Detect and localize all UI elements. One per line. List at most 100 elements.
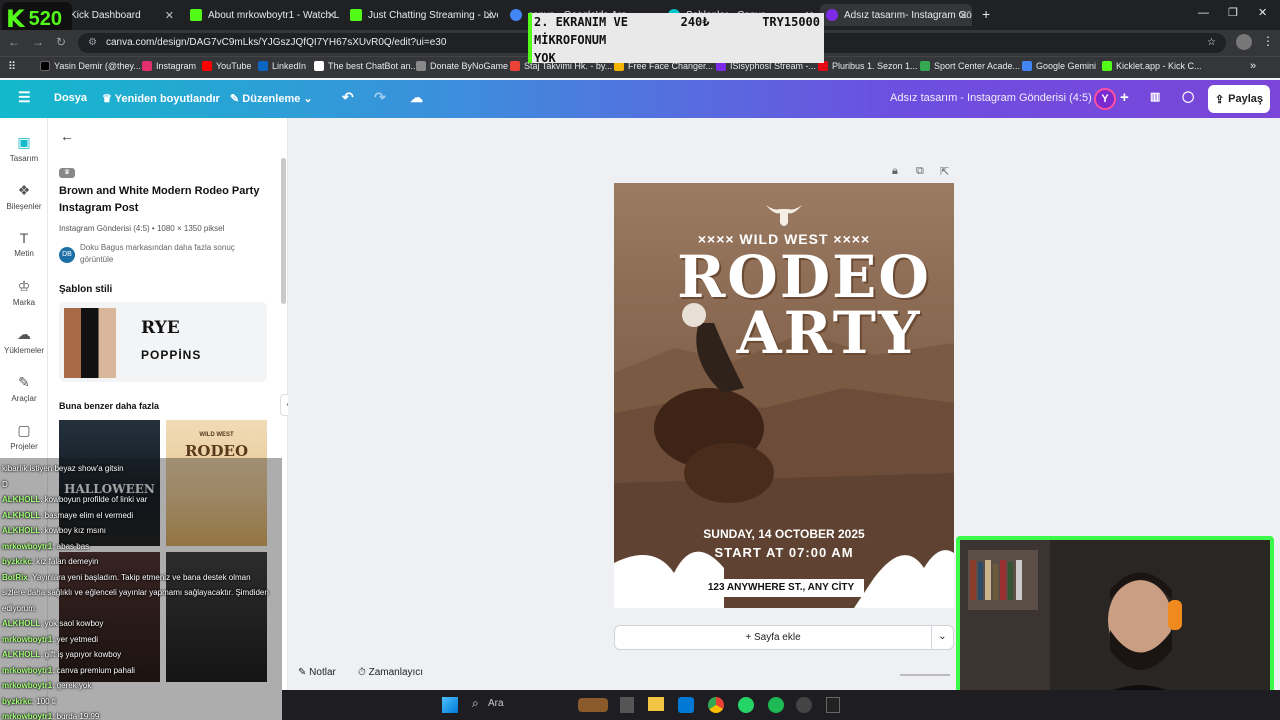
rail-item-tools[interactable]: ✎ Araçlar xyxy=(0,374,48,403)
chat-message: BotRix: Yayınlara yeni başladım. Takip e… xyxy=(2,573,251,582)
windows-start-icon[interactable] xyxy=(442,697,458,713)
add-page-button[interactable]: + Sayfa ekle xyxy=(615,626,931,649)
close-icon[interactable]: ✕ xyxy=(485,9,494,22)
reload-icon[interactable]: ↻ xyxy=(56,35,66,49)
chat-username: byzkrkc xyxy=(2,557,32,566)
design-page[interactable]: ×××× WILD WEST ×××× RODEO ARTY SUNDAY, 1… xyxy=(614,183,954,608)
user-avatar[interactable]: Y xyxy=(1094,88,1116,110)
close-icon[interactable]: ✕ xyxy=(327,9,336,22)
profile-avatar[interactable] xyxy=(1236,34,1252,50)
widget-icon[interactable] xyxy=(578,698,608,712)
bookmark-item[interactable]: Pluribus 1. Sezon 1... xyxy=(818,61,918,71)
rail-item-elements[interactable]: ❖ Bileşenler xyxy=(0,182,48,211)
apps-grid-icon[interactable]: ⠿ xyxy=(8,60,16,73)
analytics-icon[interactable]: ▥ xyxy=(1150,90,1160,103)
close-icon[interactable]: ✕ xyxy=(165,9,174,22)
bookmark-item[interactable]: Sport Center Acade... xyxy=(920,61,1020,71)
epic-games-icon[interactable] xyxy=(826,697,840,713)
chat-username: mrkowboytr1 xyxy=(2,681,53,690)
timer-button[interactable]: ⏱ Zamanlayıcı xyxy=(358,667,423,678)
rail-label: Marka xyxy=(12,298,36,307)
bookmark-item[interactable]: Google Gemini xyxy=(1022,61,1096,71)
minimize-button[interactable]: — xyxy=(1198,7,1209,19)
rail-item-uploads[interactable]: ☁ Yüklemeler xyxy=(0,326,48,355)
tab-about-mrkowboytr1[interactable]: About mrkowboytr1 - Watch Li ✕ xyxy=(184,4,340,26)
bookmark-star-icon[interactable]: ☆ xyxy=(1207,33,1216,53)
chat-username: ALKHOLL xyxy=(2,510,41,520)
menu-icon[interactable]: ⋮ xyxy=(1262,34,1274,48)
canva-header: ☰ Dosya ♛ Yeniden boyutlandır ✎ Düzenlem… xyxy=(0,80,1280,118)
cloud-save-icon[interactable]: ☁ xyxy=(410,90,423,106)
chat-message: byzkrkc: 100 tl xyxy=(2,697,56,706)
chat-message: mrkowboytr1: abas bas xyxy=(2,542,89,551)
style-card[interactable]: RYE POPPİNS xyxy=(59,302,267,382)
file-explorer-icon[interactable] xyxy=(648,697,664,711)
chat-message: kibarlık istiyen beyaz show'a gitsin xyxy=(2,464,124,473)
add-collaborator-icon[interactable]: + xyxy=(1120,89,1129,106)
chat-text: : gift iş yapıyor kowboy xyxy=(40,650,122,659)
bookmark-label: Instagram xyxy=(156,61,197,71)
search-icon[interactable]: ⌕ xyxy=(472,696,479,711)
title-party[interactable]: ARTY xyxy=(704,299,954,367)
forward-icon[interactable]: → xyxy=(32,35,44,49)
lock-icon[interactable]: 🔒︎ xyxy=(892,165,898,178)
share-button[interactable]: ⇪ Paylaş xyxy=(1208,85,1270,113)
bookmark-item[interactable]: Yasin Demir (@they... xyxy=(40,61,141,71)
resize-button[interactable]: ♛ Yeniden boyutlandır xyxy=(102,92,220,105)
event-time[interactable]: START AT 07:00 AM xyxy=(614,545,954,560)
close-window-button[interactable]: ✕ xyxy=(1258,6,1267,19)
webcam-overlay xyxy=(956,536,1274,716)
share-label: Paylaş xyxy=(1228,93,1264,105)
edit-menu[interactable]: ✎ Düzenleme ⌄ xyxy=(230,92,313,105)
undo-icon[interactable]: ↶ xyxy=(342,89,354,106)
chat-text: sizlere daha sağlıklı ve eğlenceli yayın… xyxy=(2,588,269,597)
notes-button[interactable]: ✎ Notlar xyxy=(298,667,336,678)
comment-icon[interactable]: ◯ xyxy=(1182,90,1194,103)
restore-button[interactable]: ❐ xyxy=(1228,6,1238,19)
bookmark-item[interactable]: LinkedIn xyxy=(258,61,306,71)
spotify-icon[interactable] xyxy=(768,697,784,713)
all-bookmarks-button[interactable]: » xyxy=(1250,60,1256,72)
similar-heading: Buna benzer daha fazla xyxy=(59,401,160,411)
task-view-icon[interactable] xyxy=(620,697,634,713)
new-tab-button[interactable]: + xyxy=(982,6,990,22)
site-info-icon[interactable]: ⚙ xyxy=(88,33,97,53)
panel-scrollbar[interactable] xyxy=(281,158,286,304)
bookmark-item[interactable]: YouTube xyxy=(202,61,251,71)
redo-icon[interactable]: ↷ xyxy=(374,89,386,106)
taskbar-search-label[interactable]: Ara xyxy=(488,698,504,709)
store-icon[interactable] xyxy=(678,697,694,713)
chevron-down-icon[interactable]: ⌄ xyxy=(931,626,953,649)
duplicate-icon[interactable]: ⧉ xyxy=(916,165,924,178)
obs-icon[interactable] xyxy=(796,697,812,713)
event-date[interactable]: SUNDAY, 14 OCTOBER 2025 xyxy=(614,527,954,541)
pencil-icon: ✎ xyxy=(230,93,243,105)
url-text: canva.com/design/DAG7vC9mLks/YJGszJQfQI7… xyxy=(106,37,447,48)
chat-username: ALKHOLL xyxy=(2,526,41,535)
rail-item-projects[interactable]: ▢ Projeler xyxy=(0,422,48,451)
tab-just-chatting[interactable]: Just Chatting Streaming - Live ✕ xyxy=(344,4,498,26)
event-address[interactable]: 123 ANYWHERE ST., ANY CİTY xyxy=(698,579,864,597)
bookmark-item[interactable]: Donate ByNoGame xyxy=(416,61,508,71)
rail-item-text[interactable]: T Metin xyxy=(0,230,48,258)
document-title[interactable]: Adsız tasarım - Instagram Gönderisi (4:5… xyxy=(890,92,1092,104)
bookmark-item[interactable]: Instagram xyxy=(142,61,196,71)
close-icon[interactable]: ✕ xyxy=(959,9,968,22)
back-arrow-icon[interactable]: ← xyxy=(60,128,74,144)
bookmark-item[interactable]: The best ChatBot an... xyxy=(314,61,418,71)
chrome-icon[interactable] xyxy=(708,697,724,713)
bookmark-item[interactable]: Kicklet.app - Kick C... xyxy=(1102,61,1202,71)
rail-item-design[interactable]: ▣ Tasarım xyxy=(0,134,48,163)
goal-text-3: YOK xyxy=(534,51,556,65)
tab-canva-design[interactable]: Adsız tasarım- Instagram Göndi ✕ xyxy=(820,4,972,26)
kick-icon xyxy=(190,9,202,21)
rail-item-brand[interactable]: ♔ Marka xyxy=(0,278,48,307)
thumbnail-subtitle: WILD WEST xyxy=(199,432,234,438)
whatsapp-icon[interactable] xyxy=(738,697,754,713)
share-page-icon[interactable]: ⇱ xyxy=(940,165,949,178)
brand-link[interactable]: Doku Bagus markasından daha fazla sonuç … xyxy=(80,242,250,266)
file-menu[interactable]: Dosya xyxy=(54,92,87,104)
hamburger-menu-icon[interactable]: ☰ xyxy=(18,89,31,106)
zoom-slider[interactable] xyxy=(900,674,950,676)
back-icon[interactable]: ← xyxy=(8,35,20,49)
